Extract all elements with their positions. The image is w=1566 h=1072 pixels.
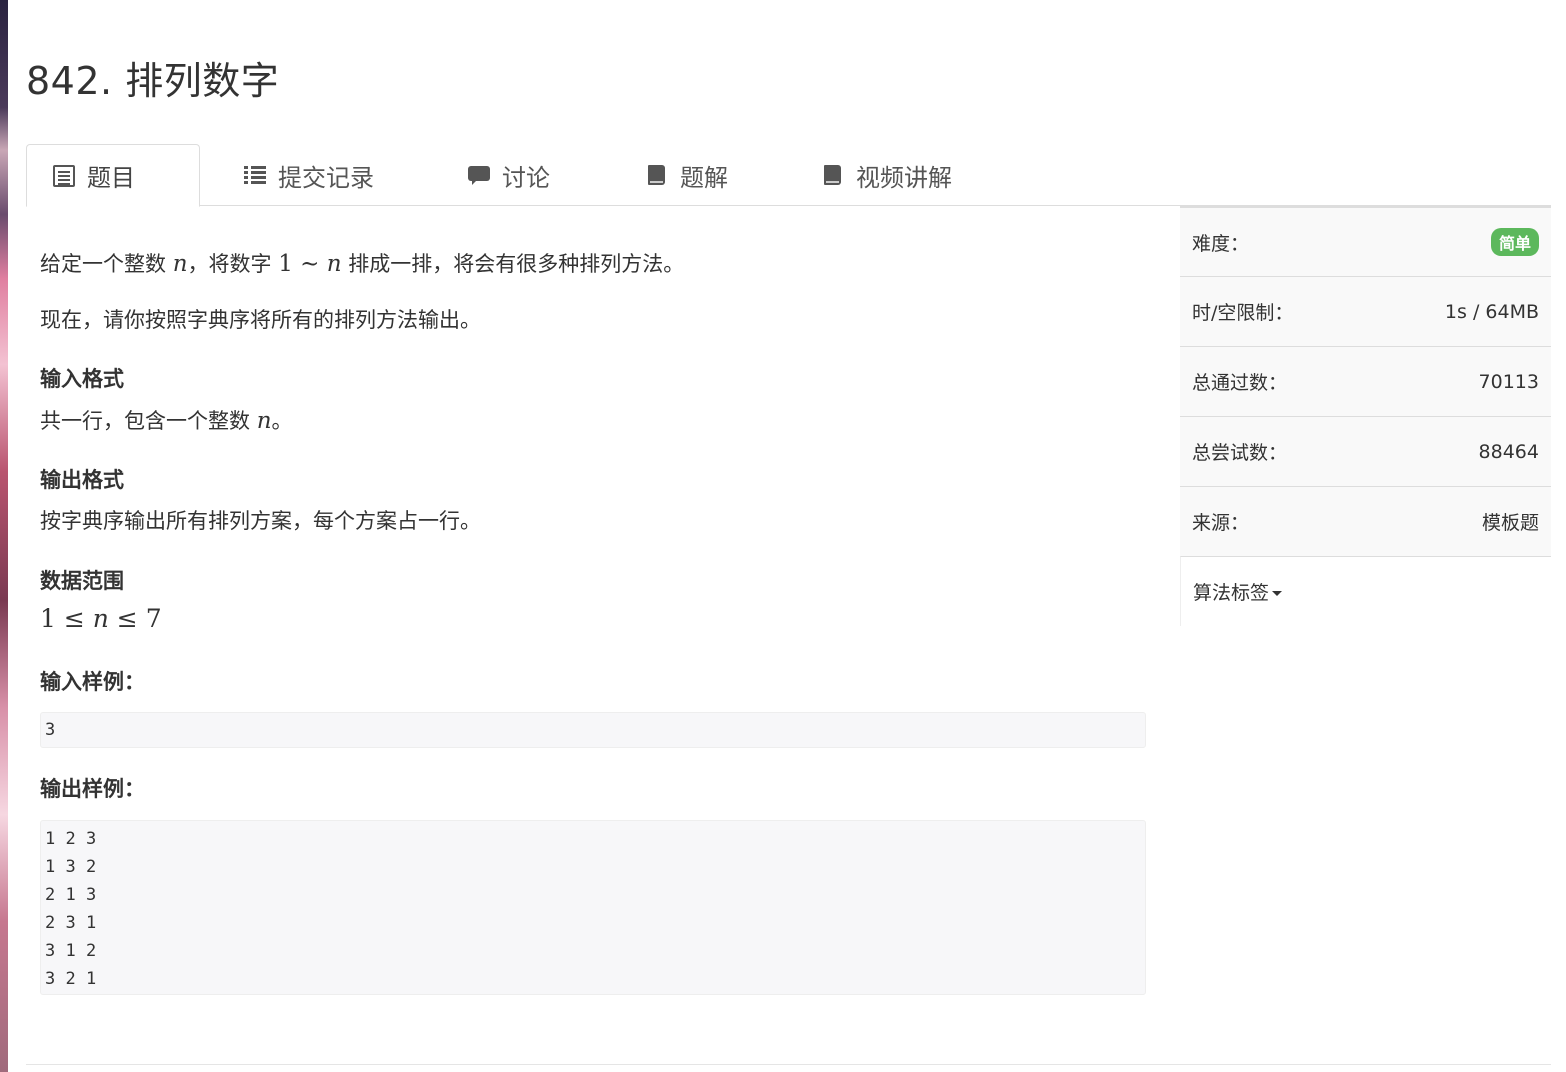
algorithm-tags-toggle[interactable]: 算法标签 — [1193, 578, 1283, 605]
code-line: 1 3 2 — [45, 857, 97, 877]
source-value[interactable]: 模板题 — [1482, 508, 1539, 535]
limit-value: 1s / 64MB — [1444, 300, 1539, 323]
caret-down-icon — [1272, 591, 1283, 596]
tab-label: 题解 — [680, 163, 728, 192]
tab-label: 讨论 — [502, 163, 550, 192]
code-line: 3 — [45, 720, 56, 740]
tab-submissions[interactable]: 提交记录 — [218, 144, 400, 206]
code-line: 2 3 1 — [45, 913, 97, 933]
description-line-2: 现在，请你按照字典序将所有的排列方法输出。 — [40, 308, 481, 332]
passed-value: 70113 — [1478, 370, 1539, 393]
passed-label: 总通过数： — [1192, 372, 1288, 394]
description-line-1: 给定一个整数 n，将数字 1 ∼ n 排成一排，将会有很多种排列方法。 — [40, 251, 685, 277]
difficulty-label: 难度： — [1192, 232, 1250, 255]
code-line: 3 2 1 — [45, 969, 97, 989]
tab-video[interactable]: 视频讲解 — [796, 144, 978, 206]
data-range-formula: 1 ≤ n ≤ 7 — [40, 604, 162, 633]
tab-label: 提交记录 — [278, 163, 374, 192]
sample-input-heading: 输入样例： — [40, 670, 145, 694]
tab-discussion[interactable]: 讨论 — [442, 144, 576, 206]
tab-label: 视频讲解 — [856, 163, 952, 192]
tried-label: 总尝试数： — [1192, 442, 1288, 464]
passed-row: 总通过数： 70113 — [1180, 346, 1551, 416]
difficulty-badge: 简单 — [1490, 228, 1539, 256]
tags-row: 算法标签 — [1180, 556, 1551, 626]
tags-label: 算法标签 — [1193, 582, 1270, 604]
doc-icon — [53, 164, 75, 187]
input-format-text: 共一行，包含一个整数 n。 — [40, 408, 293, 434]
sample-output-heading: 输出样例： — [40, 777, 145, 801]
chat-icon — [468, 164, 490, 186]
page-title: 842. 排列数字 — [26, 59, 280, 103]
input-format-heading: 输入格式 — [40, 367, 124, 391]
output-format-text: 按字典序输出所有排列方案，每个方案占一行。 — [40, 509, 481, 533]
difficulty-row: 难度： 简单 — [1180, 206, 1551, 276]
data-range-heading: 数据范围 — [40, 569, 124, 593]
problem-info-sidebar: 难度： 简单 时/空限制： 1s / 64MB 总通过数： 70113 总尝试数… — [1180, 206, 1551, 626]
sample-output-box: 1 2 3 1 3 2 2 1 3 2 3 1 3 1 2 3 2 1 — [40, 820, 1146, 995]
tried-value: 88464 — [1478, 440, 1539, 463]
tab-label: 题目 — [87, 164, 135, 192]
divider — [26, 1064, 1551, 1065]
list-icon — [244, 164, 266, 186]
limit-label: 时/空限制： — [1192, 302, 1294, 324]
source-label: 来源： — [1192, 512, 1250, 534]
source-row: 来源： 模板题 — [1180, 486, 1551, 556]
tab-problem[interactable]: 题目 — [26, 144, 200, 207]
code-line: 2 1 3 — [45, 885, 97, 905]
background-decoration — [0, 0, 8, 1072]
book-icon — [646, 164, 668, 186]
limit-row: 时/空限制： 1s / 64MB — [1180, 276, 1551, 346]
code-line: 3 1 2 — [45, 941, 97, 961]
tab-solutions[interactable]: 题解 — [620, 144, 754, 206]
output-format-heading: 输出格式 — [40, 468, 124, 492]
sample-input-box: 3 — [40, 712, 1146, 748]
book-icon — [822, 164, 844, 186]
tried-row: 总尝试数： 88464 — [1180, 416, 1551, 486]
code-line: 1 2 3 — [45, 829, 97, 849]
problem-tabs: 题目 提交记录 讨论 题解 视频讲解 — [26, 144, 1551, 207]
